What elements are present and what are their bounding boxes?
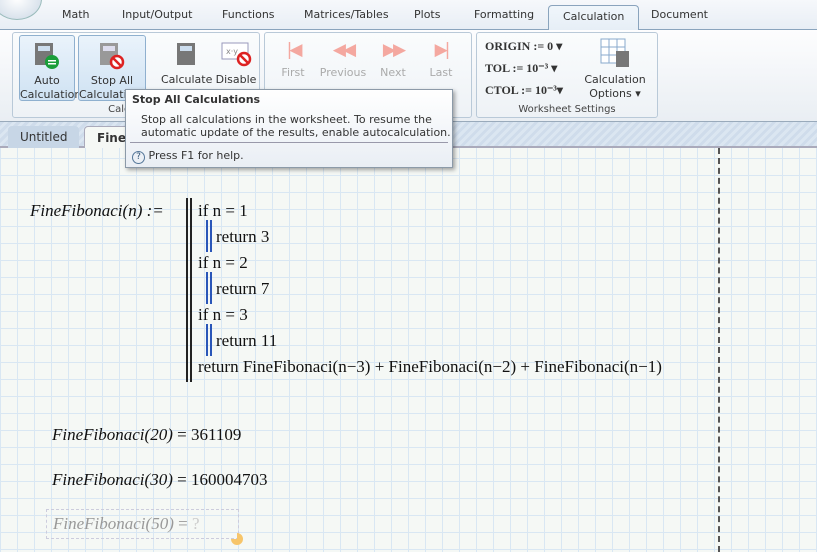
previous-icon: ◀◀ [332,40,356,60]
tooltip-body: Stop all calculations in the worksheet. … [141,113,451,139]
calculation-options-label: Calculation Options [584,73,646,100]
result-value: ? [191,514,200,533]
tab-math[interactable]: Math [62,8,90,21]
program-line: return FineFibonaci(n−3) + FineFibonaci(… [198,357,662,376]
tooltip: Stop All Calculations Stop all calculati… [125,89,453,168]
next-button[interactable]: ▶▶ Next [368,40,418,79]
result-expr: FineFibonaci(20) [52,425,173,444]
worksheet-settings-label: Worksheet Settings [518,104,616,115]
program-line: if n = 1 [198,201,248,220]
last-icon: ▶| [434,40,451,60]
tab-formatting[interactable]: Formatting [474,8,534,21]
result-expression: FineFibonaci(30) = 160004703 [52,470,268,489]
origin-setting[interactable]: ORIGIN := 0 ▾ [485,39,562,54]
last-button[interactable]: ▶| Last [416,40,466,79]
first-button[interactable]: |◀ First [268,40,318,79]
tab-plots[interactable]: Plots [414,8,440,21]
calculator-icon [177,43,195,65]
tab-calculation[interactable]: Calculation [548,5,640,31]
result-expression: FineFibonaci(20) = 361109 [52,425,242,444]
calculate-button[interactable]: Calculate [161,41,213,87]
branch-bar [210,324,212,356]
branch-bar [206,220,208,252]
ribbon-tab-bar: Math Input/Output Functions Matrices/Tab… [0,0,817,31]
calculation-options-button[interactable]: Calculation Options ▾ [581,37,649,101]
calculate-label: Calculate [161,73,213,86]
tab-document[interactable]: Document [651,8,708,21]
last-label: Last [429,66,453,79]
disable-regions-button[interactable]: x·y Disable Regions [213,41,259,93]
previous-label: Previous [319,66,367,79]
tab-input-output[interactable]: Input/Output [122,8,192,21]
disable-region-icon: x·y [221,42,252,67]
program-line: return 7 [216,279,270,298]
page-break-line [718,148,720,552]
calculation-options-icon [600,38,629,67]
result-expr: FineFibonaci(50) [53,514,174,533]
program-line: if n = 3 [198,305,248,324]
tab-matrices-tables[interactable]: Matrices/Tables [304,8,389,21]
result-expr: FineFibonaci(30) [52,470,173,489]
help-icon: ? [132,151,145,164]
ctol-value: CTOL := 10⁻³ [485,83,557,97]
tol-setting[interactable]: TOL := 10⁻³ ▾ [485,61,557,76]
branch-bar [210,220,212,252]
calculator-stop-icon [100,43,125,70]
result-value: 160004703 [190,470,268,489]
program-line: return 11 [216,331,278,350]
origin-value: ORIGIN := 0 [485,39,554,53]
calculating-progress-icon [231,533,243,545]
program-line: if n = 2 [198,253,248,272]
tol-value: TOL := 10⁻³ [485,61,549,75]
result-value: 361109 [190,425,242,444]
first-icon: |◀ [286,40,303,60]
doc-tab-untitled[interactable]: Untitled [8,126,80,148]
tooltip-divider [130,142,448,143]
program-bar [190,198,192,382]
application-button[interactable] [0,0,42,20]
function-definition: FineFibonaci(n) := [30,201,164,220]
next-icon: ▶▶ [382,40,406,60]
worksheet[interactable]: FineFibonaci(n) := if n = 1 return 3 if … [0,148,817,552]
branch-bar [206,272,208,304]
first-label: First [281,66,305,79]
worksheet-settings-group: ORIGIN := 0 ▾ TOL := 10⁻³ ▾ CTOL := 10⁻³… [476,32,658,118]
branch-bar [206,324,208,356]
next-label: Next [380,66,406,79]
previous-button[interactable]: ◀◀ Previous [318,40,368,79]
ctol-setting[interactable]: CTOL := 10⁻³▾ [485,83,563,98]
svg-text:x·y: x·y [226,47,238,56]
tooltip-help: ? Press F1 for help. [132,149,244,164]
pending-result-expression[interactable]: FineFibonaci(50) = ? [46,509,239,539]
tooltip-help-text: Press F1 for help. [148,149,244,162]
program-bar [186,198,188,382]
tooltip-title: Stop All Calculations [132,93,261,106]
program-line: return 3 [216,227,270,246]
branch-bar [210,272,212,304]
auto-calculation-button[interactable]: Auto Calculation [19,35,81,101]
calculator-check-icon [35,43,59,69]
auto-calculation-label: Auto Calculation [20,74,82,101]
tab-functions[interactable]: Functions [222,8,275,21]
